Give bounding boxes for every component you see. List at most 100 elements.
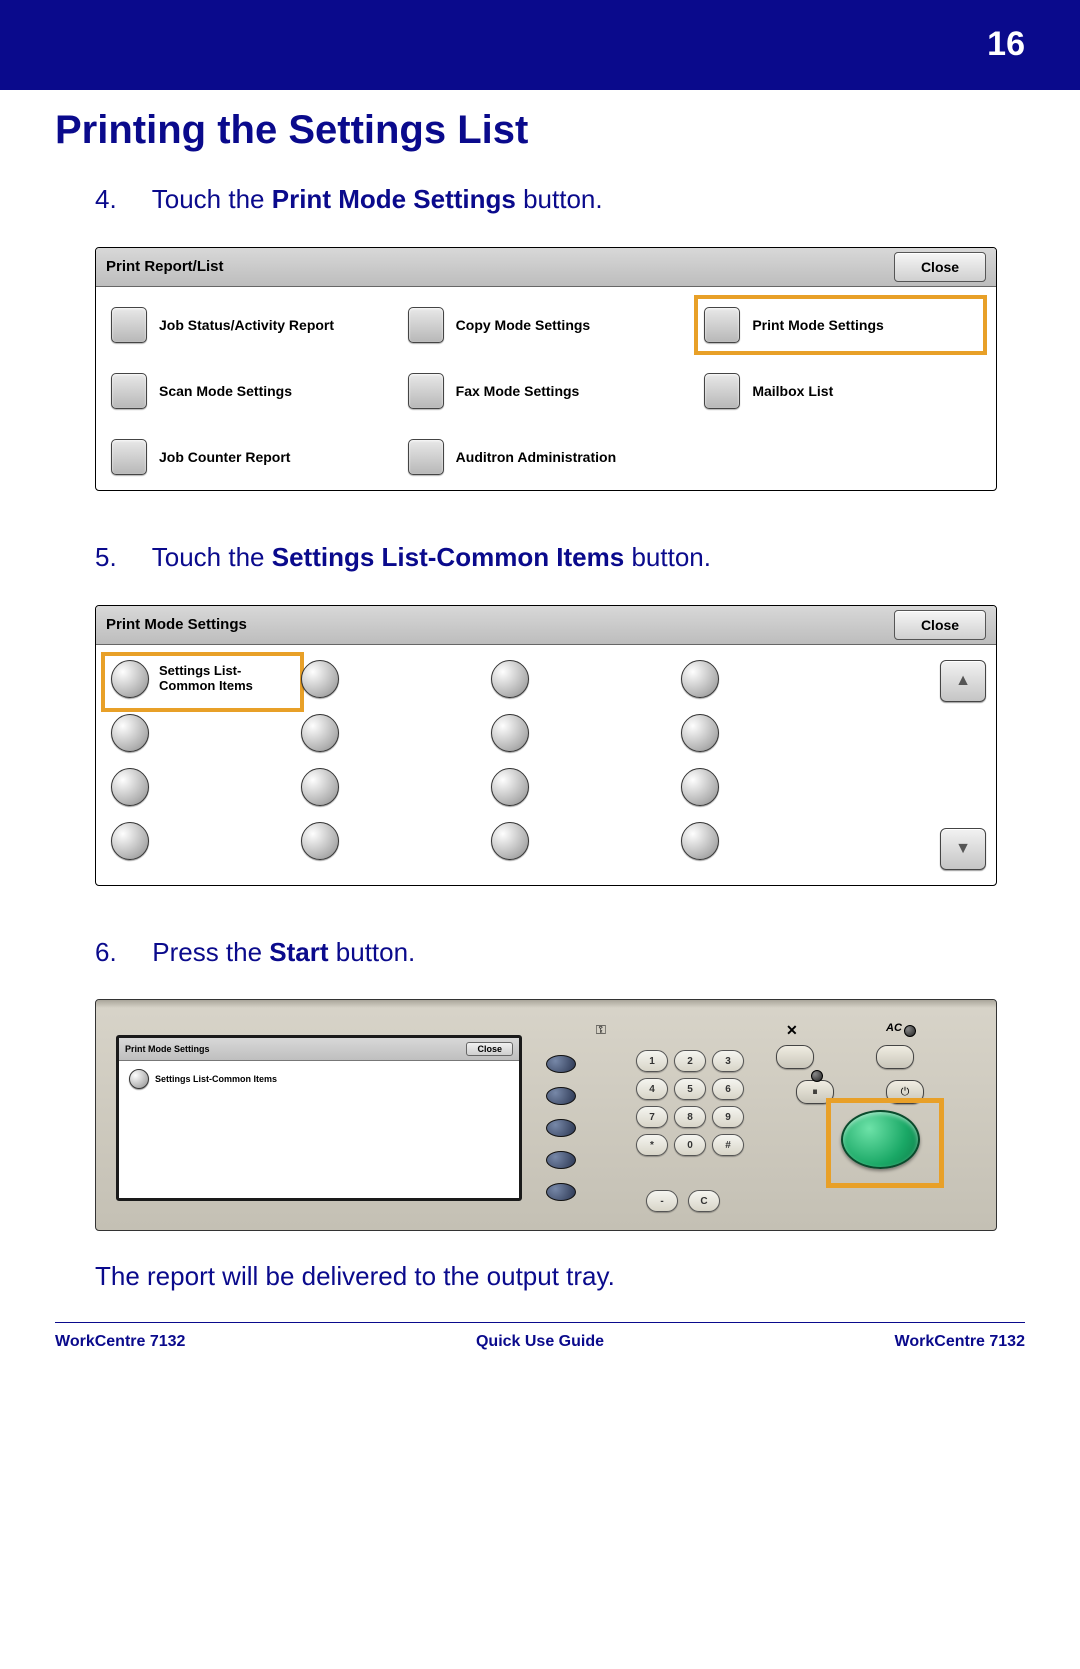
mini-title: Print Mode Settings	[125, 1044, 210, 1054]
key-star[interactable]: *	[636, 1134, 668, 1156]
key-6[interactable]: 6	[712, 1078, 744, 1100]
power-button[interactable]: ⏻	[886, 1080, 924, 1104]
option-blank[interactable]	[491, 822, 681, 860]
print-mode-settings-panel: Print Mode Settings Close Settings List-…	[95, 605, 997, 886]
oval-button[interactable]	[546, 1055, 576, 1073]
header-bar: 16	[0, 0, 1080, 90]
circle-button-icon[interactable]	[681, 822, 719, 860]
clear-all-button[interactable]	[876, 1045, 914, 1069]
option-blank[interactable]	[681, 714, 871, 752]
key-9[interactable]: 9	[712, 1106, 744, 1128]
close-button[interactable]: Close	[894, 252, 986, 282]
key-4[interactable]: 4	[636, 1078, 668, 1100]
page-title: Printing the Settings List	[55, 108, 1025, 153]
panel2-header: Print Mode Settings Close	[96, 606, 996, 645]
key-hash[interactable]: #	[712, 1134, 744, 1156]
scroll-down-button[interactable]: ▼	[940, 828, 986, 870]
option-blank[interactable]	[111, 822, 301, 860]
step-6-pre: Press the	[152, 937, 269, 967]
device-touchscreen[interactable]: Print Mode Settings Close Settings List-…	[116, 1035, 522, 1201]
option-label: Mailbox List	[752, 383, 833, 399]
oval-button[interactable]	[546, 1151, 576, 1169]
circle-button-icon[interactable]	[301, 822, 339, 860]
oval-button[interactable]	[546, 1119, 576, 1137]
scroll-up-button[interactable]: ▲	[940, 660, 986, 702]
circle-button-icon[interactable]	[301, 714, 339, 752]
option-blank[interactable]	[491, 768, 681, 806]
footer-right: WorkCentre 7132	[895, 1333, 1025, 1351]
option-blank[interactable]	[301, 822, 491, 860]
square-button-icon[interactable]	[408, 307, 444, 343]
option-blank[interactable]	[301, 660, 491, 698]
key-8[interactable]: 8	[674, 1106, 706, 1128]
option-blank[interactable]	[681, 768, 871, 806]
option-settings-list-common[interactable]: Settings List-Common Items	[111, 660, 301, 698]
square-button-icon[interactable]	[111, 439, 147, 475]
interrupt-icon: ⏸	[812, 1086, 818, 1099]
circle-button-icon[interactable]	[111, 822, 149, 860]
step-6: 6. Press the Start button.	[95, 936, 1025, 970]
step-4-pre: Touch the	[152, 184, 272, 214]
panel1-title: Print Report/List	[106, 258, 894, 275]
square-button-icon[interactable]	[408, 439, 444, 475]
option-blank[interactable]	[301, 768, 491, 806]
option-job-status[interactable]: Job Status/Activity Report	[111, 307, 388, 343]
option-fax-mode[interactable]: Fax Mode Settings	[408, 373, 685, 409]
circle-button-icon[interactable]	[111, 714, 149, 752]
key-c[interactable]: C	[688, 1190, 720, 1212]
start-button[interactable]	[841, 1110, 920, 1169]
square-button-icon[interactable]	[704, 373, 740, 409]
circle-button-icon[interactable]	[111, 768, 149, 806]
circle-button-icon[interactable]	[111, 660, 149, 698]
option-label: Job Counter Report	[159, 449, 290, 465]
option-copy-mode[interactable]: Copy Mode Settings	[408, 307, 685, 343]
circle-button-icon[interactable]	[491, 660, 529, 698]
login-icon: ⚿	[596, 1022, 606, 1038]
circle-button-icon[interactable]	[491, 714, 529, 752]
clear-button[interactable]	[776, 1045, 814, 1069]
oval-button[interactable]	[546, 1183, 576, 1201]
option-scan-mode[interactable]: Scan Mode Settings	[111, 373, 388, 409]
option-auditron[interactable]: Auditron Administration	[408, 439, 685, 475]
key-2[interactable]: 2	[674, 1050, 706, 1072]
key-dash[interactable]: -	[646, 1190, 678, 1212]
option-job-counter[interactable]: Job Counter Report	[111, 439, 388, 475]
key-0[interactable]: 0	[674, 1134, 706, 1156]
circle-button-icon[interactable]	[491, 768, 529, 806]
option-blank[interactable]	[491, 660, 681, 698]
step-4-bold: Print Mode Settings	[272, 184, 516, 214]
square-button-icon[interactable]	[704, 307, 740, 343]
square-button-icon[interactable]	[111, 373, 147, 409]
mini-close-button[interactable]: Close	[466, 1042, 513, 1056]
circle-button-icon[interactable]	[301, 660, 339, 698]
option-mailbox-list[interactable]: Mailbox List	[704, 373, 981, 409]
option-label: Scan Mode Settings	[159, 383, 292, 399]
square-button-icon[interactable]	[111, 307, 147, 343]
circle-button-icon[interactable]	[681, 714, 719, 752]
key-3[interactable]: 3	[712, 1050, 744, 1072]
key-7[interactable]: 7	[636, 1106, 668, 1128]
circle-button-icon[interactable]	[681, 660, 719, 698]
option-blank[interactable]	[491, 714, 681, 752]
oval-button[interactable]	[546, 1087, 576, 1105]
step-5: 5. Touch the Settings List-Common Items …	[95, 541, 1025, 575]
key-5[interactable]: 5	[674, 1078, 706, 1100]
close-button[interactable]: Close	[894, 610, 986, 640]
interrupt-button[interactable]: ⏸	[796, 1080, 834, 1104]
circle-button-icon[interactable]	[129, 1069, 149, 1089]
circle-button-icon[interactable]	[301, 768, 339, 806]
cancel-icon: ✕	[786, 1022, 798, 1039]
circle-button-icon[interactable]	[681, 768, 719, 806]
option-blank[interactable]	[111, 768, 301, 806]
option-blank[interactable]	[681, 822, 871, 860]
indicator-led	[904, 1025, 916, 1037]
square-button-icon[interactable]	[408, 373, 444, 409]
option-blank[interactable]	[681, 660, 871, 698]
option-blank[interactable]	[301, 714, 491, 752]
option-blank[interactable]	[111, 714, 301, 752]
panel2-title: Print Mode Settings	[106, 616, 894, 633]
circle-button-icon[interactable]	[491, 822, 529, 860]
device-control-panel: Print Mode Settings Close Settings List-…	[95, 999, 997, 1231]
option-print-mode[interactable]: Print Mode Settings	[704, 307, 981, 343]
key-1[interactable]: 1	[636, 1050, 668, 1072]
